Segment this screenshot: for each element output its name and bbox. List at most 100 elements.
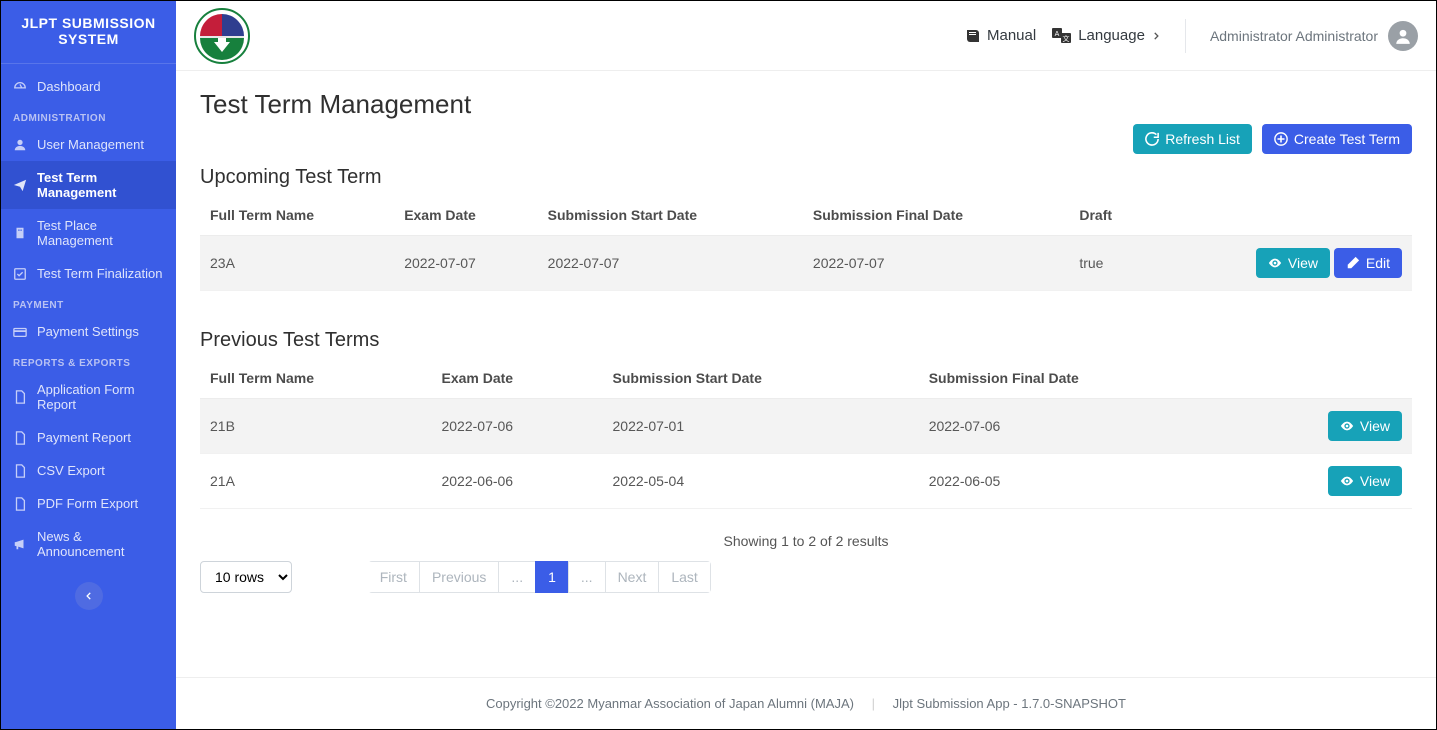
table-row: 21B2022-07-062022-07-012022-07-06 View [200, 399, 1412, 454]
column-header: Exam Date [431, 358, 602, 399]
column-header [1152, 195, 1412, 236]
cell-exam-date: 2022-06-06 [431, 454, 602, 509]
paper-plane-icon [13, 178, 27, 192]
sidebar-item-news-announcement[interactable]: News & Announcement [1, 520, 176, 568]
view-label: View [1360, 418, 1390, 434]
rows-per-page-select[interactable]: 10 rows [200, 561, 292, 593]
upcoming-heading: Upcoming Test Term [200, 166, 1412, 189]
previous-heading: Previous Test Terms [200, 329, 1412, 352]
sidebar-item-label: Test Place Management [37, 218, 164, 248]
view-button[interactable]: View [1256, 248, 1330, 278]
credit-card-icon [13, 325, 27, 339]
page-dots-button[interactable]: ... [498, 561, 536, 593]
cell-term-name: 21B [200, 399, 431, 454]
refresh-icon [1145, 132, 1159, 146]
book-icon [965, 28, 981, 44]
chevron-right-icon [1151, 31, 1161, 41]
manual-label: Manual [987, 27, 1036, 44]
sidebar-item-application-form-report[interactable]: Application Form Report [1, 373, 176, 421]
results-summary: Showing 1 to 2 of 2 results [200, 533, 1412, 549]
pencil-icon [1346, 256, 1360, 270]
page-first-button[interactable]: First [368, 561, 420, 593]
sidebar-item-test-term-finalization[interactable]: Test Term Finalization [1, 257, 176, 290]
nav-icon [13, 464, 27, 478]
sidebar: JLPT SUBMISSION SYSTEM DashboardADMINIST… [1, 1, 176, 729]
avatar [1388, 21, 1418, 51]
file-icon [13, 390, 27, 404]
sidebar-item-payment-settings[interactable]: Payment Settings [1, 315, 176, 348]
file-icon [13, 431, 27, 445]
language-menu[interactable]: A文 Language [1052, 27, 1161, 44]
eye-icon [1340, 419, 1354, 433]
nav-icon [13, 390, 27, 404]
column-header: Exam Date [394, 195, 537, 236]
sidebar-item-user-management[interactable]: User Management [1, 128, 176, 161]
page-next-button[interactable]: Next [605, 561, 660, 593]
cell-final-date: 2022-07-06 [919, 399, 1237, 454]
nav-icon [13, 80, 27, 94]
sidebar-item-label: CSV Export [37, 463, 105, 478]
nav-section-header: ADMINISTRATION [1, 103, 176, 128]
sidebar-item-test-term-management[interactable]: Test Term Management [1, 161, 176, 209]
cell-term-name: 21A [200, 454, 431, 509]
tachometer-icon [13, 80, 27, 94]
eye-icon [1268, 256, 1282, 270]
sidebar-item-label: User Management [37, 137, 144, 152]
footer-right: Jlpt Submission App - 1.7.0-SNAPSHOT [893, 696, 1126, 711]
nav-section-header: REPORTS & EXPORTS [1, 348, 176, 373]
person-icon [1394, 27, 1412, 45]
create-test-term-button[interactable]: Create Test Term [1262, 124, 1412, 154]
user-name: Administrator Administrator [1210, 28, 1378, 44]
column-header: Full Term Name [200, 358, 431, 399]
page-previous-button[interactable]: Previous [419, 561, 499, 593]
sidebar-item-label: Dashboard [37, 79, 101, 94]
create-label: Create Test Term [1294, 131, 1400, 147]
language-label: Language [1078, 27, 1145, 44]
cell-exam-date: 2022-07-07 [394, 236, 537, 291]
footer: Copyright ©2022 Myanmar Association of J… [176, 677, 1436, 729]
page-title: Test Term Management [200, 89, 1412, 120]
nav-icon [13, 226, 27, 240]
edit-label: Edit [1366, 255, 1390, 271]
sidebar-item-label: Payment Report [37, 430, 131, 445]
sidebar-item-pdf-form-export[interactable]: PDF Form Export [1, 487, 176, 520]
column-header: Submission Start Date [603, 358, 919, 399]
sidebar-item-label: Test Term Finalization [37, 266, 162, 281]
page-dots-button[interactable]: ... [568, 561, 606, 593]
nav-icon [13, 267, 27, 281]
cell-draft: true [1069, 236, 1151, 291]
sidebar-item-dashboard[interactable]: Dashboard [1, 70, 176, 103]
column-header: Submission Final Date [803, 195, 1069, 236]
view-button[interactable]: View [1328, 411, 1402, 441]
refresh-label: Refresh List [1165, 131, 1240, 147]
view-label: View [1360, 473, 1390, 489]
org-logo [194, 8, 250, 64]
check-square-icon [13, 267, 27, 281]
user-icon [13, 138, 27, 152]
svg-text:文: 文 [1063, 34, 1070, 43]
user-menu[interactable]: Administrator Administrator [1210, 21, 1418, 51]
nav-icon [13, 138, 27, 152]
translate-icon: A文 [1052, 28, 1072, 44]
sidebar-item-csv-export[interactable]: CSV Export [1, 454, 176, 487]
page-last-button[interactable]: Last [658, 561, 710, 593]
refresh-list-button[interactable]: Refresh List [1133, 124, 1252, 154]
edit-button[interactable]: Edit [1334, 248, 1402, 278]
sidebar-item-test-place-management[interactable]: Test Place Management [1, 209, 176, 257]
cell-exam-date: 2022-07-06 [431, 399, 602, 454]
sidebar-item-payment-report[interactable]: Payment Report [1, 421, 176, 454]
view-label: View [1288, 255, 1318, 271]
nav-icon [13, 431, 27, 445]
eye-icon [1340, 474, 1354, 488]
bullhorn-icon [13, 537, 27, 551]
sidebar-collapse-button[interactable] [75, 582, 103, 610]
footer-left: Copyright ©2022 Myanmar Association of J… [486, 696, 854, 711]
manual-link[interactable]: Manual [965, 27, 1036, 44]
cell-final-date: 2022-07-07 [803, 236, 1069, 291]
cell-start-date: 2022-05-04 [603, 454, 919, 509]
svg-text:A: A [1055, 31, 1060, 38]
page-number-button[interactable]: 1 [535, 561, 569, 593]
topbar: Manual A文 Language Administrator Adminis… [176, 1, 1436, 71]
view-button[interactable]: View [1328, 466, 1402, 496]
nav: Dashboard ADMINISTRATION User Management Te… [1, 64, 176, 568]
